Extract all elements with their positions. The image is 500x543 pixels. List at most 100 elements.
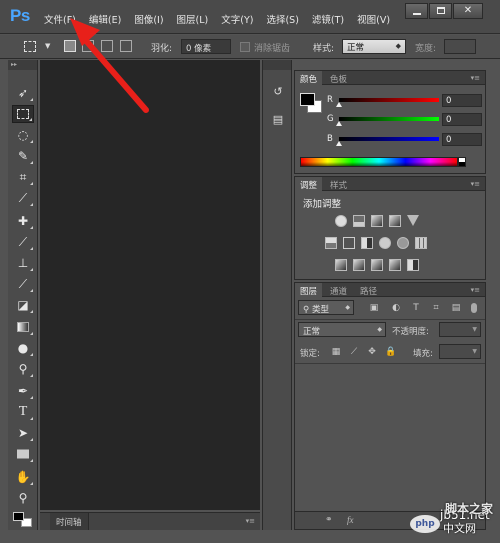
- subtract-selection-icon[interactable]: [101, 40, 113, 52]
- tab-color[interactable]: 颜色: [295, 71, 323, 85]
- pixel-filter-icon[interactable]: ▣: [369, 303, 379, 313]
- zoom-tool[interactable]: ⚲: [12, 489, 34, 507]
- green-track[interactable]: [339, 117, 439, 121]
- healing-brush-tool[interactable]: ✚: [12, 212, 34, 230]
- blend-mode-select[interactable]: 正常 ◆: [298, 322, 386, 337]
- lock-position-icon[interactable]: ✥: [367, 347, 377, 357]
- threshold-icon[interactable]: [371, 259, 383, 271]
- collapse-handle[interactable]: ▸▸: [8, 60, 37, 70]
- menu-view[interactable]: 视图(V): [357, 12, 390, 26]
- black-white-ramp[interactable]: [458, 157, 466, 167]
- new-selection-icon[interactable]: [64, 40, 76, 52]
- clone-stamp-tool[interactable]: ⊥: [12, 254, 34, 272]
- foreground-color-swatch[interactable]: [13, 512, 24, 521]
- smart-object-filter-icon[interactable]: ▤: [451, 303, 461, 313]
- red-slider[interactable]: R 0: [327, 94, 482, 108]
- color-swatches[interactable]: [13, 512, 33, 528]
- history-brush-tool[interactable]: ⟋: [12, 275, 34, 293]
- color-spectrum[interactable]: [300, 157, 458, 167]
- tab-styles[interactable]: 样式: [325, 177, 352, 191]
- posterize-icon[interactable]: [353, 259, 365, 271]
- maximize-button[interactable]: [429, 3, 452, 19]
- filter-toggle-icon[interactable]: [471, 303, 477, 313]
- red-track[interactable]: [339, 98, 439, 102]
- channel-mixer-icon[interactable]: [397, 237, 409, 249]
- gradient-tool[interactable]: [12, 318, 34, 336]
- feather-input[interactable]: 0 像素: [181, 39, 231, 54]
- menu-edit[interactable]: 编辑(E): [89, 12, 121, 26]
- move-tool[interactable]: ➶: [12, 84, 34, 102]
- red-thumb[interactable]: [336, 102, 342, 107]
- menu-select[interactable]: 选择(S): [266, 12, 298, 26]
- blue-track[interactable]: [339, 137, 439, 141]
- tab-swatches[interactable]: 色板: [325, 71, 352, 85]
- gradient-map-icon[interactable]: [389, 259, 401, 271]
- tab-paths[interactable]: 路径: [355, 283, 382, 297]
- add-selection-icon[interactable]: [82, 40, 94, 52]
- pen-tool[interactable]: ✒: [12, 382, 34, 400]
- fill-input[interactable]: ▼: [439, 344, 481, 359]
- brightness-icon[interactable]: [335, 215, 347, 227]
- exposure-icon[interactable]: [389, 215, 401, 227]
- close-button[interactable]: ✕: [453, 3, 483, 19]
- hue-saturation-icon[interactable]: [325, 237, 337, 249]
- style-select[interactable]: 正常 ◆: [342, 39, 406, 54]
- tab-channels[interactable]: 通道: [325, 283, 352, 297]
- menu-type[interactable]: 文字(Y): [221, 12, 253, 26]
- adjustment-filter-icon[interactable]: ◐: [391, 303, 401, 313]
- properties-icon[interactable]: ▤: [267, 110, 289, 130]
- panel-menu-icon[interactable]: ▾≡: [246, 517, 255, 525]
- panel-menu-icon[interactable]: ▾≡: [471, 286, 480, 294]
- document-canvas[interactable]: [40, 60, 260, 510]
- path-select-tool[interactable]: ➤: [12, 424, 34, 442]
- lasso-tool[interactable]: ◌: [12, 126, 34, 144]
- rect-marquee-tool[interactable]: [12, 105, 34, 123]
- green-value-input[interactable]: 0: [442, 113, 482, 126]
- layer-style-icon[interactable]: fx: [347, 515, 354, 525]
- panel-menu-icon[interactable]: ▾≡: [471, 74, 480, 82]
- blue-slider[interactable]: B 0: [327, 133, 482, 147]
- menu-image[interactable]: 图像(I): [134, 12, 163, 26]
- tab-adjustments[interactable]: 调整: [295, 177, 323, 191]
- dodge-tool[interactable]: ⚲: [12, 360, 34, 378]
- minimize-button[interactable]: [405, 3, 428, 19]
- width-input[interactable]: [444, 39, 476, 54]
- type-filter-icon[interactable]: T: [411, 303, 421, 313]
- color-balance-icon[interactable]: [343, 237, 355, 249]
- history-icon[interactable]: ↺: [267, 82, 289, 102]
- collapse-handle[interactable]: [263, 60, 291, 70]
- invert-icon[interactable]: [335, 259, 347, 271]
- opacity-input[interactable]: ▼: [439, 322, 481, 337]
- blue-value-input[interactable]: 0: [442, 133, 482, 146]
- green-slider[interactable]: G 0: [327, 113, 482, 127]
- shape-filter-icon[interactable]: ⌗: [431, 303, 441, 313]
- color-lookup-icon[interactable]: [415, 237, 427, 249]
- foreground-color-swatch[interactable]: [300, 93, 315, 106]
- menu-filter[interactable]: 滤镜(T): [312, 12, 344, 26]
- chevron-down-icon[interactable]: ▼: [45, 42, 50, 50]
- black-white-icon[interactable]: [361, 237, 373, 249]
- layer-filter-select[interactable]: ⚲ 类型 ◆: [298, 300, 354, 315]
- link-layers-icon[interactable]: ⚭: [325, 515, 333, 525]
- tab-layers[interactable]: 图层: [295, 283, 323, 297]
- eyedropper-tool[interactable]: ⟋: [12, 189, 34, 207]
- intersect-selection-icon[interactable]: [120, 40, 132, 52]
- red-value-input[interactable]: 0: [442, 94, 482, 107]
- lock-all-icon[interactable]: 🔒: [385, 347, 396, 357]
- photo-filter-icon[interactable]: [379, 237, 391, 249]
- blur-tool[interactable]: ●: [12, 339, 34, 357]
- type-tool[interactable]: T: [12, 403, 34, 421]
- quick-select-tool[interactable]: ✎: [12, 147, 34, 165]
- menu-layer[interactable]: 图层(L): [177, 12, 209, 26]
- layers-list[interactable]: [295, 364, 485, 512]
- vibrance-icon[interactable]: [407, 215, 419, 226]
- levels-icon[interactable]: [353, 215, 365, 227]
- hand-tool[interactable]: ✋: [12, 468, 34, 486]
- brush-tool[interactable]: ⟋: [12, 233, 34, 251]
- blue-thumb[interactable]: [336, 141, 342, 146]
- selective-color-icon[interactable]: [407, 259, 419, 271]
- crop-tool[interactable]: ⌗: [12, 168, 34, 186]
- panel-menu-icon[interactable]: ▾≡: [471, 180, 480, 188]
- lock-transparent-icon[interactable]: ▦: [331, 347, 341, 357]
- marquee-preset-icon[interactable]: [24, 41, 36, 52]
